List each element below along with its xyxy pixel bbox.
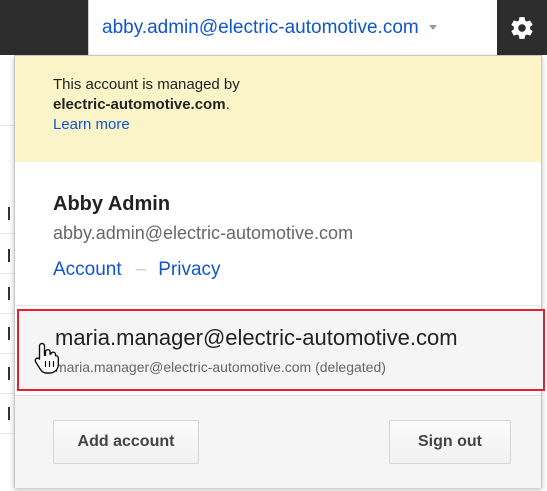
profile-email: abby.admin@electric-automotive.com [53,223,354,243]
gear-icon [511,16,533,39]
background-page-strip [0,55,14,491]
current-profile: Abby Admin abby.admin@electric-automotiv… [53,192,523,282]
sign-out-button[interactable]: Sign out [389,420,511,464]
delegated-account-secondary: maria.manager@electric-automotive.com (d… [55,359,386,375]
profile-name: Abby Admin [53,193,171,215]
background-divider [0,313,14,314]
chevron-down-icon [428,25,437,30]
managed-domain: electric-automotive.com [53,96,226,113]
profile-links: Account – Privacy [53,258,523,282]
background-text-fragment [8,249,10,262]
current-account-email: abby.admin@electric-automotive.com [102,16,419,38]
background-text-fragment [8,407,10,420]
settings-button[interactable] [497,0,547,55]
delegated-account-item[interactable]: maria.manager@electric-automotive.com ma… [17,309,545,391]
delegated-account-primary: maria.manager@electric-automotive.com [55,325,458,350]
add-account-button[interactable]: Add account [53,420,199,464]
background-divider [0,433,14,434]
managed-notice-text: This account is managed by [53,76,240,93]
background-divider [0,273,14,274]
learn-more-link[interactable]: Learn more [53,116,130,133]
background-divider [0,353,14,354]
privacy-link[interactable]: Privacy [158,259,220,280]
background-text-fragment [8,327,10,340]
hand-cursor-icon [34,342,59,374]
account-switcher-button[interactable]: abby.admin@electric-automotive.com [88,0,497,55]
account-link[interactable]: Account [53,259,122,280]
background-divider [0,233,14,234]
background-text-fragment [8,287,10,300]
account-menu-panel: This account is managed by electric-auto… [14,55,545,488]
account-menu-footer: Add account Sign out [15,395,541,488]
link-separator: – [135,259,147,280]
background-divider [0,393,14,394]
managed-notice-period: . [225,96,230,113]
managed-account-notice: This account is managed by electric-auto… [15,56,541,162]
background-divider [0,125,14,126]
section-divider [15,305,541,306]
background-text-fragment [8,367,10,380]
background-text-fragment [8,207,10,220]
topbar-dark-area [0,0,88,55]
